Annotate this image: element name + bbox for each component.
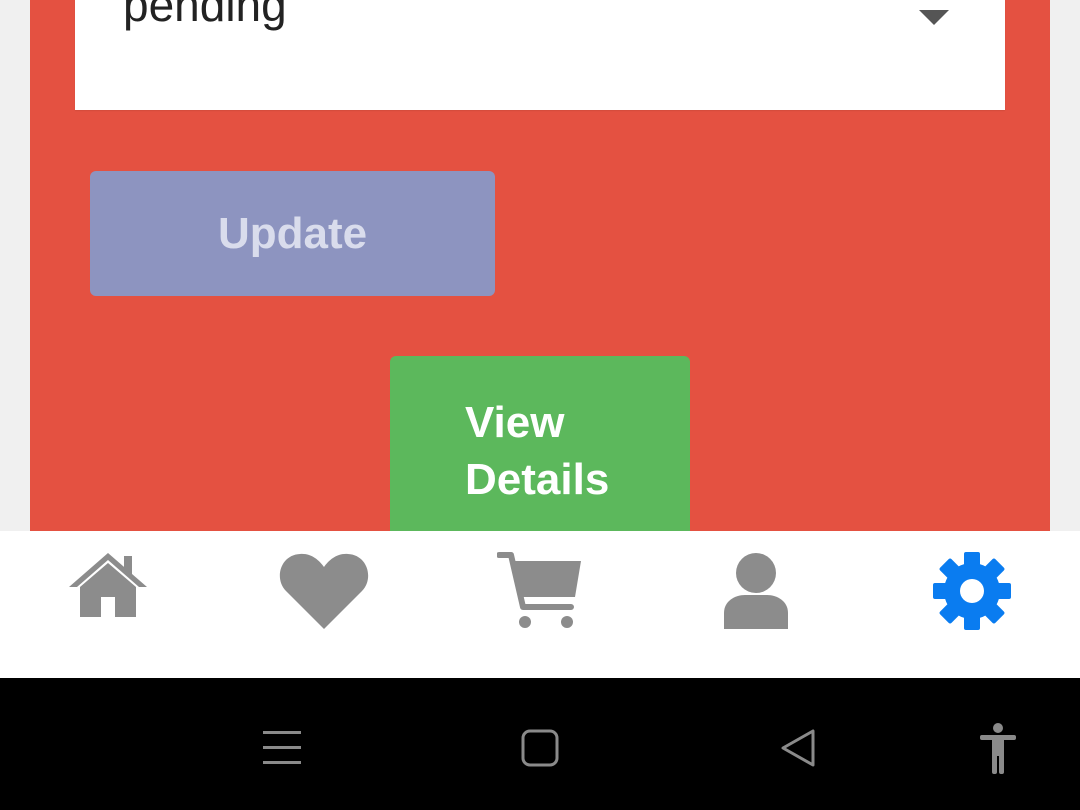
system-nav-bar: [0, 678, 1080, 810]
app-screen: pending Update View Details: [0, 0, 1080, 810]
update-button[interactable]: Update: [90, 171, 495, 296]
tab-favorites[interactable]: [216, 531, 432, 678]
view-details-label-line1: View: [465, 398, 565, 447]
order-card: pending Update View Details: [30, 0, 1050, 531]
tab-settings[interactable]: [864, 531, 1080, 678]
accessibility-button[interactable]: [968, 718, 1028, 778]
view-details-button[interactable]: View Details: [390, 356, 690, 531]
heart-icon: [279, 553, 369, 629]
home-square-icon: [521, 729, 559, 767]
update-button-label: Update: [217, 208, 368, 258]
view-details-label-line2: Details: [465, 455, 610, 504]
status-select-value: pending: [123, 0, 287, 31]
tab-home[interactable]: [0, 531, 216, 678]
menu-icon: [263, 731, 301, 764]
status-select[interactable]: pending: [75, 0, 1005, 110]
bottom-tab-bar: [0, 531, 1080, 678]
home-icon: [69, 553, 147, 617]
accessibility-icon: [980, 723, 1016, 774]
tab-profile[interactable]: [648, 531, 864, 678]
cart-icon: [497, 552, 581, 628]
system-back-button[interactable]: [768, 718, 828, 778]
gear-icon: [933, 552, 1011, 630]
back-icon: [781, 729, 815, 767]
user-icon: [724, 553, 788, 629]
tab-cart[interactable]: [432, 531, 648, 678]
recent-apps-button[interactable]: [252, 718, 312, 778]
system-home-button[interactable]: [510, 718, 570, 778]
chevron-down-icon: [919, 10, 949, 25]
